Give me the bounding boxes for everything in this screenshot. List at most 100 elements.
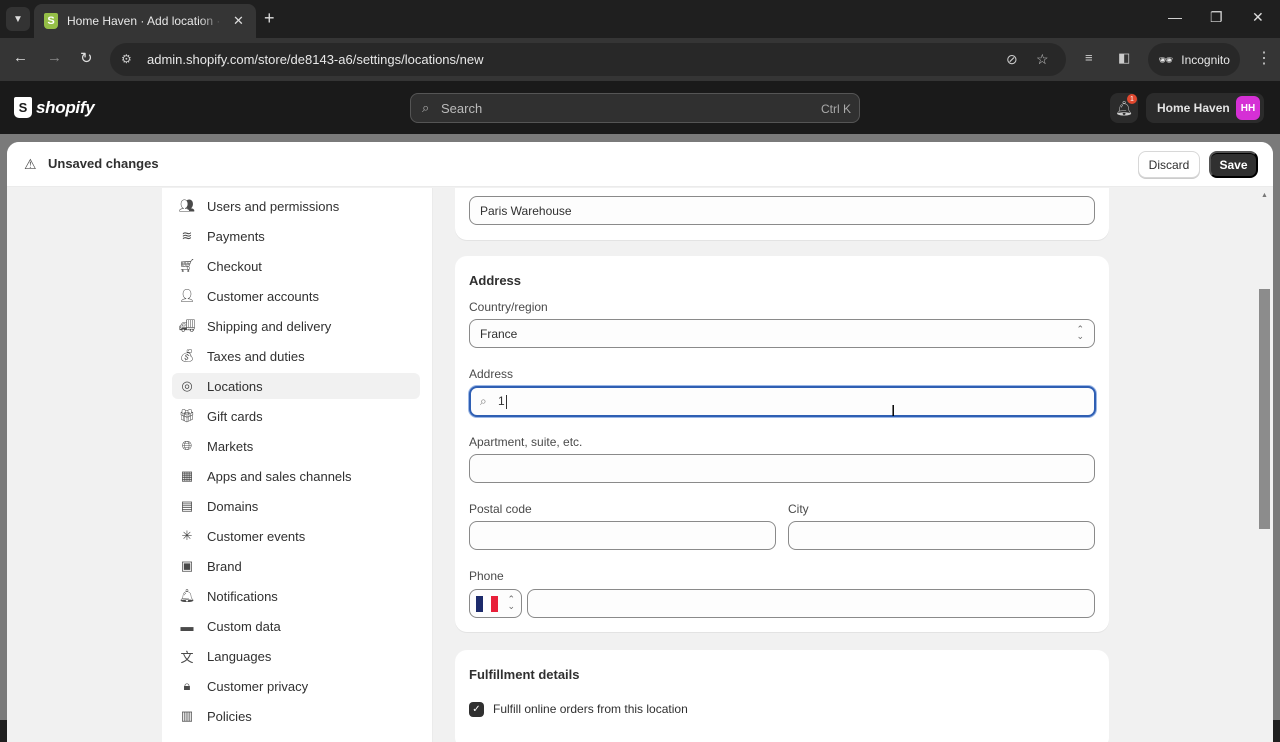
phone-label: Phone [469,569,504,583]
settings-window: ⚠ Unsaved changes Discard Save 👥︎ Users a… [7,142,1273,742]
bookmark-star-icon[interactable]: ☆ [1036,51,1049,68]
sidebar-item-checkout[interactable]: 🛒︎ Checkout [172,253,420,279]
browser-tab-strip: ▼ S Home Haven · Add location · Shopify … [0,0,1280,38]
phone-country-select[interactable]: ⌃ ⌄ [469,589,522,618]
tab-search-button[interactable]: ▼ [6,7,30,31]
browser-menu-icon[interactable]: ⋮ [1256,48,1272,68]
reload-icon[interactable]: ↻ [80,49,93,67]
person-icon: 👤︎ [178,288,196,303]
bell-icon: 🔔︎ [178,588,196,603]
sidebar-item-locations[interactable]: ◎ Locations [172,373,420,399]
eye-off-icon[interactable]: ⊘ [1006,51,1018,68]
close-tab-icon[interactable]: ✕ [233,13,244,29]
discard-button[interactable]: Discard [1138,151,1200,178]
shopify-logo-text: shopify [36,97,95,117]
brand-image-icon: ▣ [180,558,194,573]
sidebar-item-custom-data[interactable]: ▬ Custom data [172,613,420,639]
scrollbar[interactable]: ▲ [1256,188,1273,742]
close-window-icon[interactable]: ✕ [1252,9,1264,26]
minimize-icon[interactable]: — [1168,9,1182,25]
globe-dollar-icon: 🌐︎ [181,438,193,453]
apartment-input[interactable] [469,454,1095,483]
tax-bag-icon: 💰︎ [178,348,196,363]
forward-icon[interactable]: → [47,49,62,66]
location-pin-icon: ◎ [181,378,193,393]
search-icon: ⌕ [480,394,487,408]
fulfill-online-label[interactable]: Fulfill online orders from this location [493,702,688,716]
fulfill-online-checkbox[interactable]: ✓ [469,702,484,717]
truck-icon: 🚚︎ [178,318,196,333]
site-info-icon[interactable]: ⚙ [121,52,132,66]
shopify-favicon-icon: S [44,13,58,29]
lock-icon: 🔒︎ [183,678,191,693]
search-shortcut: Ctrl K [821,102,851,116]
address-input[interactable]: ⌕ 1 [469,386,1096,417]
location-name-card: Paris Warehouse [455,188,1109,240]
postal-code-input[interactable] [469,521,776,550]
sidebar-item-markets[interactable]: 🌐︎ Markets [172,433,420,459]
country-select[interactable]: France ⌃ ⌄ [469,319,1095,348]
location-name-input[interactable]: Paris Warehouse [469,196,1095,225]
sidebar-item-taxes-and-duties[interactable]: 💰︎ Taxes and duties [172,343,420,369]
custom-data-icon: ▬ [180,618,194,634]
apartment-label: Apartment, suite, etc. [469,435,583,449]
new-tab-button[interactable]: + [264,8,275,29]
save-button[interactable]: Save [1209,151,1258,178]
sidebar-item-customer-privacy[interactable]: 🔒︎ Customer privacy [172,673,420,699]
sidebar-item-users-and-permissions[interactable]: 👥︎ Users and permissions [172,193,420,219]
url-text[interactable]: admin.shopify.com/store/de8143-a6/settin… [147,52,484,67]
notification-badge: 1 [1127,94,1137,104]
shopify-bag-icon: S [14,97,32,118]
select-chevron-icon: ⌃ ⌄ [507,594,515,611]
unsaved-changes-title: Unsaved changes [48,156,159,171]
sidebar-item-customer-accounts[interactable]: 👤︎ Customer accounts [172,283,420,309]
warning-icon: ⚠ [24,156,37,172]
france-flag-icon [476,596,498,612]
sidebar-item-domains[interactable]: ▤ Domains [172,493,420,519]
sidebar-item-notifications[interactable]: 🔔︎ Notifications [172,583,420,609]
incognito-icon: 🕶 [1158,52,1174,67]
search-icon: ⌕ [422,100,430,115]
sidebar-item-policies[interactable]: ▥ Policies [172,703,420,729]
unsaved-changes-bar: ⚠ Unsaved changes Discard Save [7,142,1273,187]
scrollbar-thumb[interactable] [1259,289,1270,529]
gift-card-icon: 🎁︎ [178,408,196,423]
browser-tab-active[interactable]: S Home Haven · Add location · Shopify ✕ [34,4,256,38]
notifications-button[interactable]: 🔔︎ 1 [1110,93,1138,123]
sidebar-item-customer-events[interactable]: ✳ Customer events [172,523,420,549]
tab-title: Home Haven · Add location · Shopify [67,14,223,28]
sidebar-item-shipping-and-delivery[interactable]: 🚚︎ Shipping and delivery [172,313,420,339]
sidebar-item-brand[interactable]: ▣ Brand [172,553,420,579]
fulfillment-title: Fulfillment details [469,667,580,682]
sidebar-item-payments[interactable]: ≋ Payments [172,223,420,249]
checkmark-icon: ✓ [472,704,481,715]
address-card: Address Country/region France ⌃ ⌄ Address… [455,256,1109,632]
city-input[interactable] [788,521,1095,550]
location-name-value: Paris Warehouse [480,204,572,218]
incognito-indicator[interactable]: 🕶 Incognito [1148,43,1240,76]
country-value: France [480,327,518,341]
apps-icon: ▦ [180,468,194,483]
phone-input[interactable] [527,589,1095,618]
address-section-title: Address [469,273,522,288]
select-chevron-icon: ⌃ ⌄ [1076,324,1084,341]
side-panel-icon[interactable]: ◧ [1118,50,1130,66]
payments-icon: ≋ [181,228,193,243]
admin-search-input[interactable]: ⌕ Search Ctrl K [410,93,860,123]
back-icon[interactable]: ← [13,49,28,66]
store-menu-button[interactable]: Home Haven HH [1146,93,1264,123]
sidebar-item-apps-and-sales-channels[interactable]: ▦ Apps and sales channels [172,463,420,489]
fulfillment-card: Fulfillment details ✓ Fulfill online ord… [455,650,1109,742]
shopify-logo[interactable]: S shopify [14,97,95,118]
cursor-click-icon: ✳ [181,528,193,543]
search-placeholder: Search [441,101,483,116]
shopify-top-bar: S shopify ⌕ Search Ctrl K 🔔︎ 1 Home Have… [0,81,1280,134]
sidebar-item-gift-cards[interactable]: 🎁︎ Gift cards [172,403,420,429]
sidebar-item-languages[interactable]: 文 Languages [172,643,420,669]
scroll-up-arrow-icon[interactable]: ▲ [1261,192,1268,199]
chevron-down-icon: ▼ [13,13,23,25]
browser-toolbar: ← → ↻ ⚙ admin.shopify.com/store/de8143-a… [0,38,1280,81]
media-control-icon[interactable]: ≡ [1085,50,1093,65]
restore-icon[interactable]: ❐ [1210,9,1223,26]
address-bar[interactable]: ⚙ admin.shopify.com/store/de8143-a6/sett… [110,43,1066,76]
